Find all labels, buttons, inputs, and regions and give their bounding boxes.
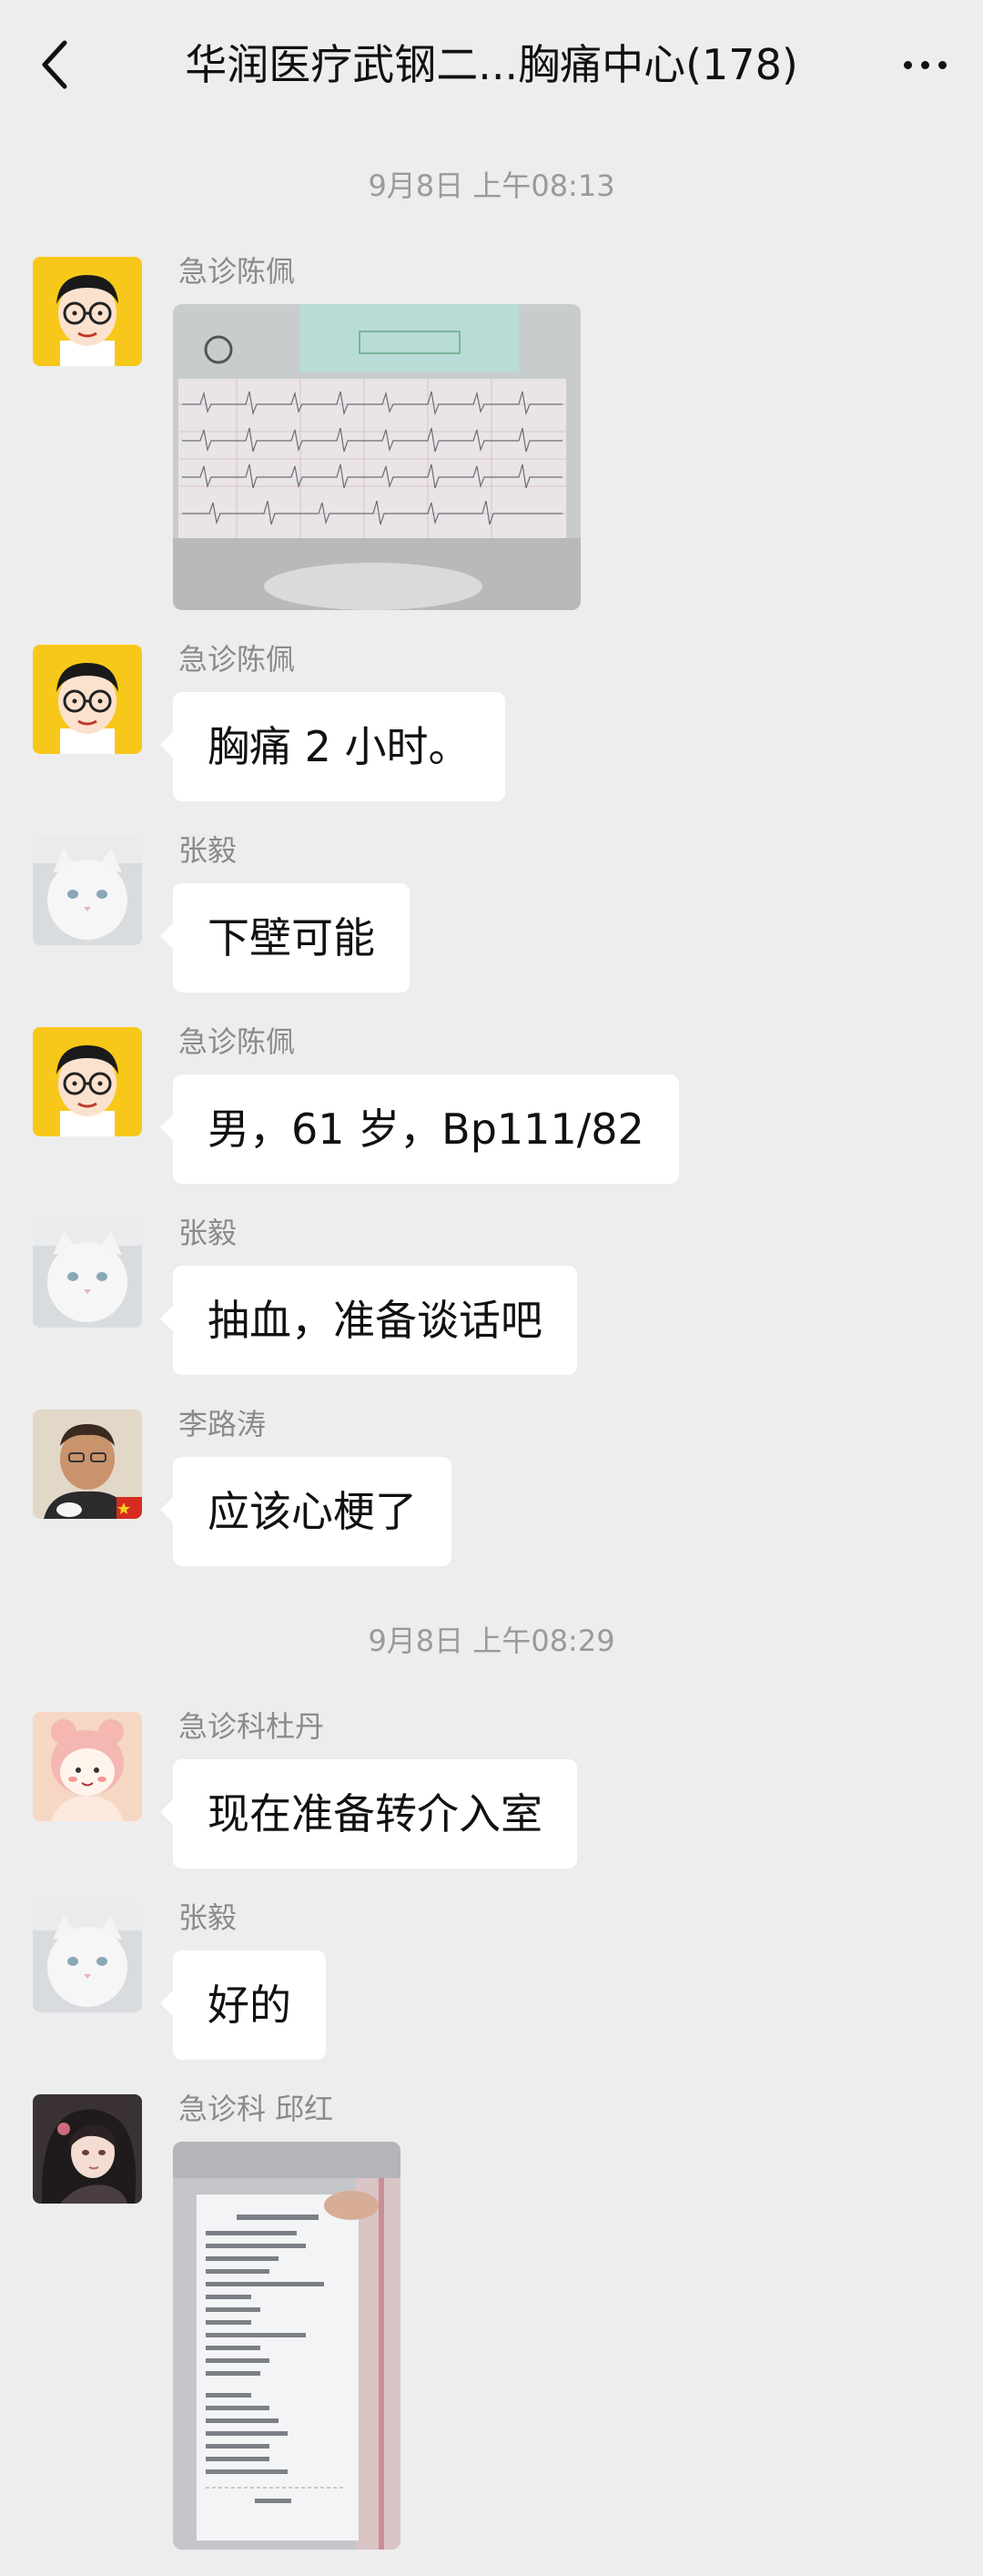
timestamp: 9月8日 上午08:29: [368, 1624, 615, 1658]
message-bubble[interactable]: 下壁可能: [160, 883, 410, 993]
sender-name: 李路涛: [178, 1407, 267, 1441]
message-bubble[interactable]: 抽血，准备谈话吧: [160, 1266, 577, 1375]
lab-receipt-photo[interactable]: [173, 2142, 400, 2550]
avatar-white-cat[interactable]: [33, 1903, 142, 2012]
sender-name: 急诊科 邱红: [178, 2092, 334, 2126]
message-bubble[interactable]: 好的: [160, 1950, 326, 2060]
avatar-cartoon-bear-girl[interactable]: [33, 1712, 142, 1821]
sender-name: 急诊陈佩: [178, 254, 296, 289]
ecg-photo[interactable]: [173, 304, 581, 610]
sender-name: 张毅: [178, 1900, 238, 1935]
avatar-cartoon-man[interactable]: [33, 645, 142, 754]
message-bubble[interactable]: 胸痛 2 小时。: [160, 692, 505, 801]
more-options-button[interactable]: [888, 33, 961, 97]
chevron-left-icon: [42, 40, 67, 89]
sender-name: 急诊陈佩: [178, 642, 296, 677]
avatar-cartoon-man[interactable]: [33, 257, 142, 366]
avatar-man-photo[interactable]: [33, 1410, 142, 1519]
avatar-white-cat[interactable]: [33, 836, 142, 945]
avatar-cartoon-man[interactable]: [33, 1027, 142, 1136]
chat-header: 华润医疗武钢二...胸痛中心(178): [0, 0, 983, 127]
sender-name: 急诊科杜丹: [178, 1709, 325, 1744]
ellipsis-dot: [920, 60, 929, 69]
message-bubble[interactable]: 男，61 岁，Bp111/82: [160, 1074, 679, 1184]
back-button[interactable]: [27, 33, 82, 97]
avatar-anime-girl[interactable]: [33, 2094, 142, 2204]
timestamp: 9月8日 上午08:13: [368, 168, 615, 203]
chat-title: 华润医疗武钢二...胸痛中心(178): [185, 40, 798, 89]
avatar-white-cat[interactable]: [33, 1218, 142, 1328]
ellipsis-dot: [937, 60, 947, 69]
message-bubble[interactable]: 现在准备转介入室: [160, 1759, 577, 1868]
sender-name: 张毅: [178, 1216, 238, 1250]
sender-name: 张毅: [178, 833, 238, 868]
ellipsis-icon: [903, 60, 912, 69]
sender-name: 急诊陈佩: [178, 1024, 296, 1059]
message-bubble[interactable]: 应该心梗了: [160, 1457, 451, 1566]
